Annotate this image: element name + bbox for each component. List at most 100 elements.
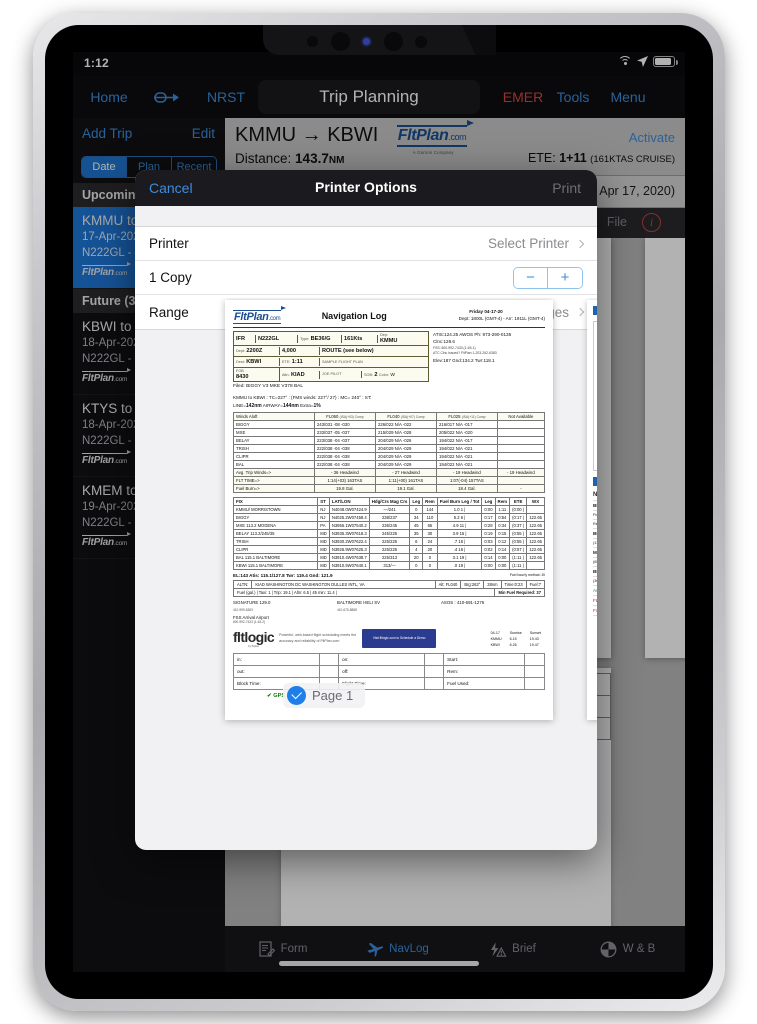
tail-number: N222GL xyxy=(593,490,597,501)
camera-sensor-dot-2 xyxy=(415,36,427,48)
table-row: Dept: 2200Z 4,000 ROUTE (see below) xyxy=(234,346,428,357)
fix-name: TRISH xyxy=(232,537,319,547)
wind-fl025: 194/022 N/A -017 xyxy=(436,436,498,446)
avg-na: - 19 Headwind xyxy=(496,468,546,478)
navlog-preview-page[interactable]: FltPlan.com Navigation Log Friday 04-17-… xyxy=(225,300,553,720)
camera-indicator-led xyxy=(363,38,370,45)
fix-leg: 45 xyxy=(409,521,424,531)
heli-service: BALTIMORE HELI SV xyxy=(337,600,381,606)
flt-time-label: FLT TIME xyxy=(593,596,597,606)
fltlogic-cta-badge[interactable]: Visit fltlogic.com to Schedule a Demo xyxy=(362,629,437,649)
fix-wx xyxy=(526,561,545,571)
atis-frequency: ATIS:124.25 AWOS Ph: 973-290-0135 xyxy=(433,332,512,337)
sob-value: 2 xyxy=(374,371,378,378)
table-row: BELAY 113.2/245/35 MD N3935.3W07618.3 245/2… xyxy=(232,529,545,539)
fix-state: NJ xyxy=(317,513,330,523)
fix-leg: 34 xyxy=(409,513,424,523)
print-preview-area[interactable]: FltPlan.com Navigation Log Friday 04-17-… xyxy=(135,298,597,850)
fix-name: CLIPR xyxy=(232,545,319,555)
option-row-printer[interactable]: Printer Select Printer xyxy=(135,227,597,261)
route-map: Lyn ! xyxy=(593,321,597,471)
option-label: Printer xyxy=(149,236,189,251)
cruise-speed: 161Kts xyxy=(344,335,363,342)
departure-airport: KMMU xyxy=(380,338,398,344)
fix-heading: 245/225 xyxy=(368,529,411,539)
table-row: BIGGY 243/031 -08 -030 226/022 N/A -022 216… xyxy=(233,420,546,430)
camera-lens-secondary xyxy=(384,32,403,51)
fix-rem: 110 xyxy=(422,513,438,523)
increment-button[interactable]: + xyxy=(548,267,582,288)
fuel-na: - xyxy=(496,484,546,494)
fltlogic-logo: fltlogic by fltplan xyxy=(233,630,275,648)
altn-airport: KIAD WASHINGTON DC WASHINGTON DULLES INT… xyxy=(252,581,436,589)
fix-fuel: .4 16 | xyxy=(436,545,483,555)
fltplan-logo-suffix: .com xyxy=(268,316,281,322)
avg-fl060: - 36 Headwind xyxy=(313,468,376,478)
col-fl040: FL040 (ISA(+07) Comp xyxy=(374,412,438,422)
fix-latlon: N3955.1W07540.2 xyxy=(328,521,370,531)
wind-fl060: 222/038 -04 -038 xyxy=(313,460,376,470)
page-indicator-badge[interactable]: Page 1 xyxy=(283,683,366,708)
pilot-name: JOE PILOT xyxy=(322,372,342,376)
wind-fl025: 194/022 N/A -021 xyxy=(436,452,498,462)
min-fuel-required: Min Fuel Required: 37 xyxy=(498,590,541,596)
col-rem: Rem xyxy=(422,497,438,507)
check-circle-icon xyxy=(287,686,306,705)
fix-wx: 122.65 xyxy=(526,513,545,523)
col-fix: FIX xyxy=(232,497,319,507)
col-leg-time: Leg xyxy=(481,497,496,507)
dep-label: Dep: xyxy=(380,333,389,337)
table-row: FOB 8430 Altn: KIAD JOE PILOT SOB: 2 Colo… xyxy=(234,368,428,381)
fix-latlon: N3926.9W07625.3 xyxy=(328,545,370,555)
airway-distance: 144nm xyxy=(282,402,299,409)
table-row: CLIPR MD N3926.9W07625.3 225/225 4 20.4 16 | 0… xyxy=(232,545,545,555)
sunset-airport: KBWI xyxy=(490,642,500,647)
cell-rem: Rem: xyxy=(443,665,526,679)
fix-leg-time: 0:28 xyxy=(481,521,496,531)
wind-fix: BIGGY xyxy=(233,420,315,430)
fix-heading: 238/237 xyxy=(368,513,411,523)
decrement-button[interactable]: − xyxy=(514,267,548,288)
fix-belay: BELAY xyxy=(593,567,597,577)
navlog-title: Navigation Log xyxy=(321,311,387,321)
fix-wx: 122.65 xyxy=(526,545,545,555)
airway-label: AIRWAY= xyxy=(261,402,283,408)
fix-rem-time: 0:34 xyxy=(494,521,511,531)
modal-title-bar: Cancel Printer Options Print xyxy=(135,170,597,206)
dest-label: Dest: xyxy=(236,360,245,364)
page-label: Page 1 xyxy=(312,688,354,703)
table-row: KBWI 115.1 BALTIMORE MD N3910.5W07640.1 313… xyxy=(232,561,545,571)
fix-ete: (0:55 ) xyxy=(509,529,528,539)
fbo-name: SIGNATURE 129.0 xyxy=(233,600,271,606)
fix-belay-dist: (30nm) xyxy=(593,577,597,586)
cell-fuel-used: Fuel Used: xyxy=(443,677,526,691)
fix-ete: (1:11 ) xyxy=(509,553,528,563)
fuel-fl025: 18.4 Gal. xyxy=(436,484,498,494)
fix-biggy-dist: (110nm) xyxy=(593,539,597,548)
alternate-box: ALTN: KIAD WASHINGTON DC WASHINGTON DULL… xyxy=(233,580,545,598)
print-button[interactable]: Print xyxy=(552,180,581,196)
table-row: Dest: KBWI ETE: 1:11 SAMPLE FLIGHT PLAN xyxy=(234,357,428,368)
plan-name: SAMPLE FLIGHT PLAN xyxy=(322,359,363,364)
copies-stepper[interactable]: − + xyxy=(513,266,583,289)
fob-label: FOB xyxy=(236,369,244,373)
heli-phone: 410-675-8888 xyxy=(337,608,357,613)
fix-heading: 313/— xyxy=(368,561,411,571)
fix-state: MD xyxy=(317,537,330,547)
table-row: BAL 115.1 BALTIMORE MD N3910.4W07638.7 225/… xyxy=(232,553,545,563)
winds-map-band: Winds Map xyxy=(593,477,597,486)
avg-fl025: - 19 Headwind xyxy=(436,468,498,478)
dept-label: Dept: xyxy=(236,349,246,353)
table-header-row: Winds Aloft FL060 (ISA(+03) Comp FL040 (… xyxy=(233,412,546,422)
printer-options-modal: Cancel Printer Options Print Printer Sel… xyxy=(135,170,597,850)
fix-fuel: 4.9 11 | xyxy=(436,521,483,531)
fix-ete: (0:57 ) xyxy=(509,545,528,555)
right-preview-page[interactable]: Airport Diagram Lyn ! xyxy=(587,300,597,720)
option-row-copies: 1 Copy − + xyxy=(135,261,597,295)
wind-fl060: 222/038 -04 -038 xyxy=(313,444,376,454)
sunrise-sunset-table: 04-17 Sunrise Sunset KMMU 6.15 19.43 KBWI 6.2… xyxy=(487,630,545,648)
fix-rem: 0 xyxy=(422,553,438,563)
fix-ete: (0:55 ) xyxy=(509,537,528,547)
tail-number: N222GL xyxy=(258,335,280,342)
fix-name-header: Fix Name xyxy=(593,511,597,520)
